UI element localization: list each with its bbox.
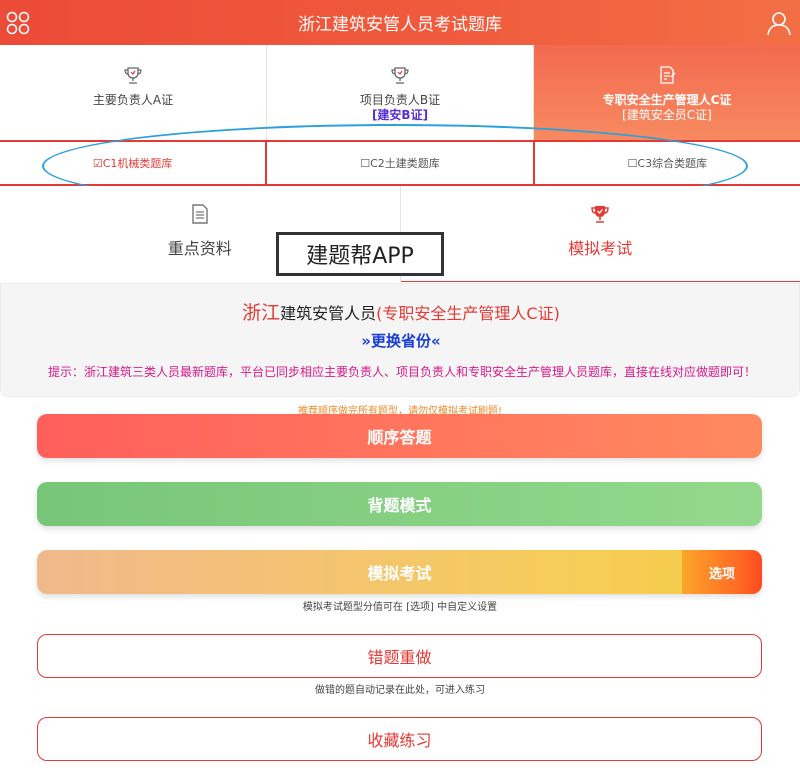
- exam-options-button[interactable]: 选项: [682, 550, 762, 594]
- category-c1[interactable]: ☑C1机械类题库: [0, 142, 268, 184]
- tab-key-materials-label: 重点资料: [167, 239, 232, 258]
- watermark-label: 建题帮APP: [276, 232, 444, 276]
- mock-exam-button[interactable]: 模拟考试 选项: [37, 550, 762, 594]
- province-name: 浙江: [242, 302, 281, 324]
- mock-exam-label: 模拟考试: [367, 564, 432, 583]
- user-icon[interactable]: [766, 10, 792, 36]
- trophy-icon: [124, 67, 142, 84]
- recite-mode-button[interactable]: 背题模式: [37, 482, 762, 526]
- redo-wrong-button[interactable]: 错题重做: [37, 634, 762, 678]
- tab-cert-a-label: 主要负责人A证: [92, 93, 174, 107]
- change-province-link[interactable]: »更换省份«: [1, 330, 800, 351]
- app-page: 浙江建筑安管人员考试题库 主要负责人A证 项目负责人B证 [建安B证] 专职安全…: [0, 0, 800, 771]
- tab-cert-a[interactable]: 主要负责人A证: [0, 45, 267, 140]
- mock-exam-note: 模拟考试题型分值可在 [选项] 中自定义设置: [302, 602, 498, 613]
- tab-mock-exam[interactable]: 模拟考试: [400, 186, 800, 282]
- trophy-icon: [391, 67, 409, 84]
- tab-cert-b-label: 项目负责人B证: [359, 93, 441, 107]
- exam-heading: 浙江建筑安管人员(专职安全生产管理人C证): [1, 298, 800, 325]
- tab-cert-b-sublabel: [建安B证]: [371, 108, 429, 122]
- document-edit-icon: [660, 66, 676, 84]
- tab-cert-c-label: 专职安全生产管理人C证: [602, 93, 732, 107]
- certificate-tabs: 主要负责人A证 项目负责人B证 [建安B证] 专职安全生产管理人C证 [建筑安全…: [0, 45, 800, 142]
- sequential-practice-button[interactable]: 顺序答题: [37, 414, 762, 458]
- trophy-icon: [591, 206, 609, 223]
- tab-cert-b[interactable]: 项目负责人B证 [建安B证]: [267, 45, 534, 140]
- category-c3[interactable]: ☐C3综合类题库: [535, 142, 800, 184]
- document-icon: [192, 204, 208, 224]
- tab-cert-c[interactable]: 专职安全生产管理人C证 [建筑安全员C证]: [534, 45, 800, 140]
- category-c2[interactable]: ☐C2土建类题库: [267, 142, 535, 184]
- tab-mock-exam-label: 模拟考试: [568, 239, 633, 258]
- role-name: 建筑安管人员: [280, 304, 377, 323]
- info-panel: 浙江建筑安管人员(专职安全生产管理人C证) »更换省份« 提示：浙江建筑三类人员…: [0, 283, 800, 397]
- page-title: 浙江建筑安管人员考试题库: [298, 15, 502, 35]
- cert-name: (专职安全生产管理人C证): [376, 304, 560, 323]
- tip-text: 提示：浙江建筑三类人员最新题库，平台已同步相应主要负责人、项目负责人和专职安全生…: [47, 365, 756, 379]
- app-header: 浙江建筑安管人员考试题库: [0, 0, 800, 45]
- favorites-practice-button[interactable]: 收藏练习: [37, 717, 762, 761]
- category-tabs: ☑C1机械类题库 ☐C2土建类题库 ☐C3综合类题库: [0, 142, 800, 186]
- menu-grid-icon[interactable]: [5, 10, 31, 36]
- wrong-note: 做错的题自动记录在此处，可进入练习: [315, 685, 485, 696]
- tab-cert-c-sublabel: [建筑安全员C证]: [622, 108, 712, 122]
